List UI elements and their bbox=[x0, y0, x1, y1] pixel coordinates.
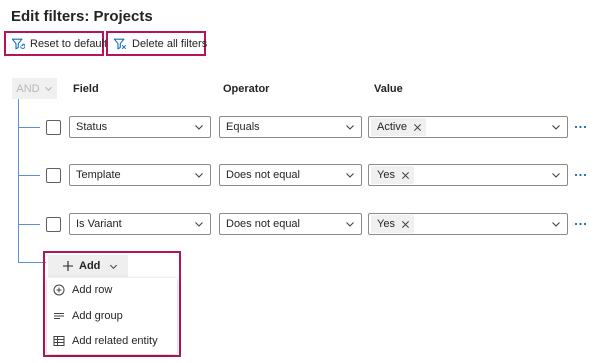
value-tag-label: Yes bbox=[377, 169, 395, 181]
more-horizontal-icon bbox=[574, 125, 586, 129]
group-connector-line bbox=[18, 99, 19, 262]
operator-dropdown[interactable]: Equals bbox=[219, 116, 362, 138]
value-tag: Yes bbox=[371, 166, 414, 184]
operator-value: Equals bbox=[226, 121, 260, 133]
add-button[interactable]: Add bbox=[48, 255, 128, 277]
operator-value: Does not equal bbox=[226, 169, 300, 181]
add-button-label: Add bbox=[79, 260, 101, 272]
value-tag: Yes bbox=[371, 215, 414, 233]
menu-item-label: Add row bbox=[72, 284, 113, 296]
field-dropdown[interactable]: Status bbox=[69, 116, 211, 138]
row-connector-line bbox=[18, 224, 40, 225]
row-connector-line bbox=[18, 127, 40, 128]
filter-reset-icon bbox=[11, 38, 25, 49]
add-menu: Add row Add group Add related entity bbox=[47, 278, 177, 354]
delete-all-filters-button[interactable]: Delete all filters bbox=[106, 31, 208, 56]
value-dropdown[interactable]: Yes bbox=[368, 213, 568, 235]
field-value: Template bbox=[76, 169, 121, 181]
row-checkbox[interactable] bbox=[46, 120, 61, 135]
operator-dropdown[interactable]: Does not equal bbox=[219, 164, 362, 186]
operator-dropdown[interactable]: Does not equal bbox=[219, 213, 362, 235]
field-value: Is Variant bbox=[76, 218, 122, 230]
column-header-operator: Operator bbox=[223, 83, 270, 95]
menu-item-label: Add related entity bbox=[72, 335, 158, 347]
chevron-down-icon bbox=[552, 222, 560, 227]
value-dropdown[interactable]: Active bbox=[368, 116, 568, 138]
page-title: Edit filters: Projects bbox=[11, 8, 153, 25]
row-checkbox[interactable] bbox=[46, 168, 61, 183]
add-circle-icon bbox=[53, 284, 65, 296]
menu-item-label: Add group bbox=[72, 310, 123, 322]
chevron-down-icon bbox=[346, 173, 354, 178]
menu-item-add-group[interactable]: Add group bbox=[47, 304, 177, 328]
table-icon bbox=[53, 336, 65, 346]
chevron-down-icon bbox=[195, 222, 203, 227]
more-horizontal-icon bbox=[574, 173, 586, 177]
column-header-field: Field bbox=[73, 83, 99, 95]
field-dropdown[interactable]: Template bbox=[69, 164, 211, 186]
reset-to-default-label: Reset to default bbox=[30, 37, 108, 50]
chevron-down-icon bbox=[346, 125, 354, 130]
lines-icon bbox=[54, 313, 64, 319]
group-operator-dropdown[interactable]: AND bbox=[12, 78, 57, 99]
row-connector-line bbox=[18, 175, 40, 176]
close-icon[interactable] bbox=[413, 123, 422, 132]
row-more-options-button[interactable] bbox=[573, 219, 587, 229]
filter-delete-icon bbox=[113, 38, 127, 49]
chevron-down-icon bbox=[44, 86, 52, 92]
field-dropdown[interactable]: Is Variant bbox=[69, 213, 211, 235]
close-icon[interactable] bbox=[401, 171, 410, 180]
chevron-down-icon bbox=[552, 125, 560, 130]
value-tag: Active bbox=[371, 118, 426, 136]
chevron-down-icon bbox=[552, 173, 560, 178]
value-tag-label: Yes bbox=[377, 218, 395, 230]
column-header-value: Value bbox=[374, 83, 403, 95]
reset-to-default-button[interactable]: Reset to default bbox=[4, 31, 108, 56]
add-connector-line bbox=[18, 262, 46, 263]
group-operator-label: AND bbox=[16, 82, 40, 95]
plus-icon bbox=[63, 261, 73, 271]
delete-all-filters-label: Delete all filters bbox=[132, 37, 208, 50]
value-tag-label: Active bbox=[377, 121, 407, 133]
chevron-down-icon bbox=[346, 222, 354, 227]
operator-value: Does not equal bbox=[226, 218, 300, 230]
chevron-down-icon bbox=[195, 125, 203, 130]
more-horizontal-icon bbox=[574, 222, 586, 226]
row-more-options-button[interactable] bbox=[573, 170, 587, 180]
close-icon[interactable] bbox=[401, 220, 410, 229]
row-checkbox[interactable] bbox=[46, 217, 61, 232]
chevron-down-icon bbox=[195, 173, 203, 178]
menu-item-add-related-entity[interactable]: Add related entity bbox=[47, 329, 177, 353]
menu-item-add-row[interactable]: Add row bbox=[47, 278, 177, 302]
field-value: Status bbox=[76, 121, 108, 133]
value-dropdown[interactable]: Yes bbox=[368, 164, 568, 186]
row-more-options-button[interactable] bbox=[573, 122, 587, 132]
chevron-down-icon bbox=[110, 264, 118, 269]
